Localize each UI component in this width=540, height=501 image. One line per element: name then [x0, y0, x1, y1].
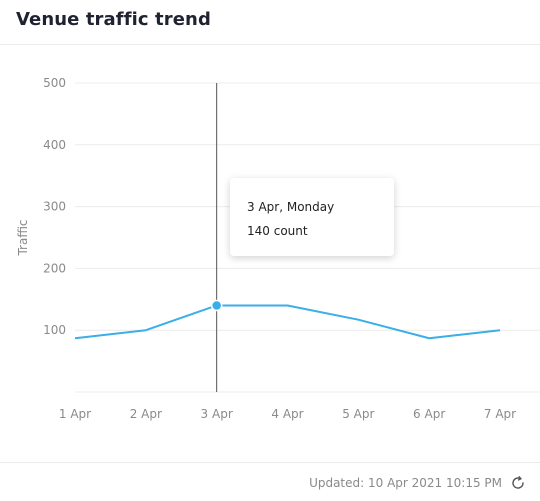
card-footer: Updated: 10 Apr 2021 10:15 PM [0, 462, 540, 501]
refresh-icon[interactable] [510, 475, 526, 491]
x-tick-label: 3 Apr [201, 407, 233, 421]
y-axis-title: Traffic [16, 219, 30, 256]
x-tick-label: 4 Apr [271, 407, 303, 421]
chart-tooltip: 3 Apr, Monday 140 count [230, 178, 394, 256]
updated-timestamp: Updated: 10 Apr 2021 10:15 PM [309, 476, 502, 490]
traffic-card: Venue traffic trend 100 200 300 400 500 Traff… [0, 0, 540, 500]
y-tick-label: 100 [43, 323, 66, 337]
tooltip-date: 3 Apr, Monday [247, 200, 335, 214]
x-tick-label: 5 Apr [342, 407, 374, 421]
y-tick-label: 200 [43, 261, 66, 275]
tooltip-value: 140 count [247, 224, 308, 238]
y-tick-label: 400 [43, 138, 66, 152]
x-tick-label: 7 Apr [484, 407, 516, 421]
x-tick-label: 1 Apr [59, 407, 91, 421]
card-title: Venue traffic trend [16, 9, 211, 30]
highlighted-data-point [210, 299, 223, 312]
y-tick-label: 300 [43, 200, 66, 214]
x-tick-label: 6 Apr [413, 407, 445, 421]
y-tick-label: 500 [43, 76, 66, 90]
series-line [74, 304, 501, 340]
x-tick-label: 2 Apr [130, 407, 162, 421]
card-header: Venue traffic trend [0, 0, 540, 45]
